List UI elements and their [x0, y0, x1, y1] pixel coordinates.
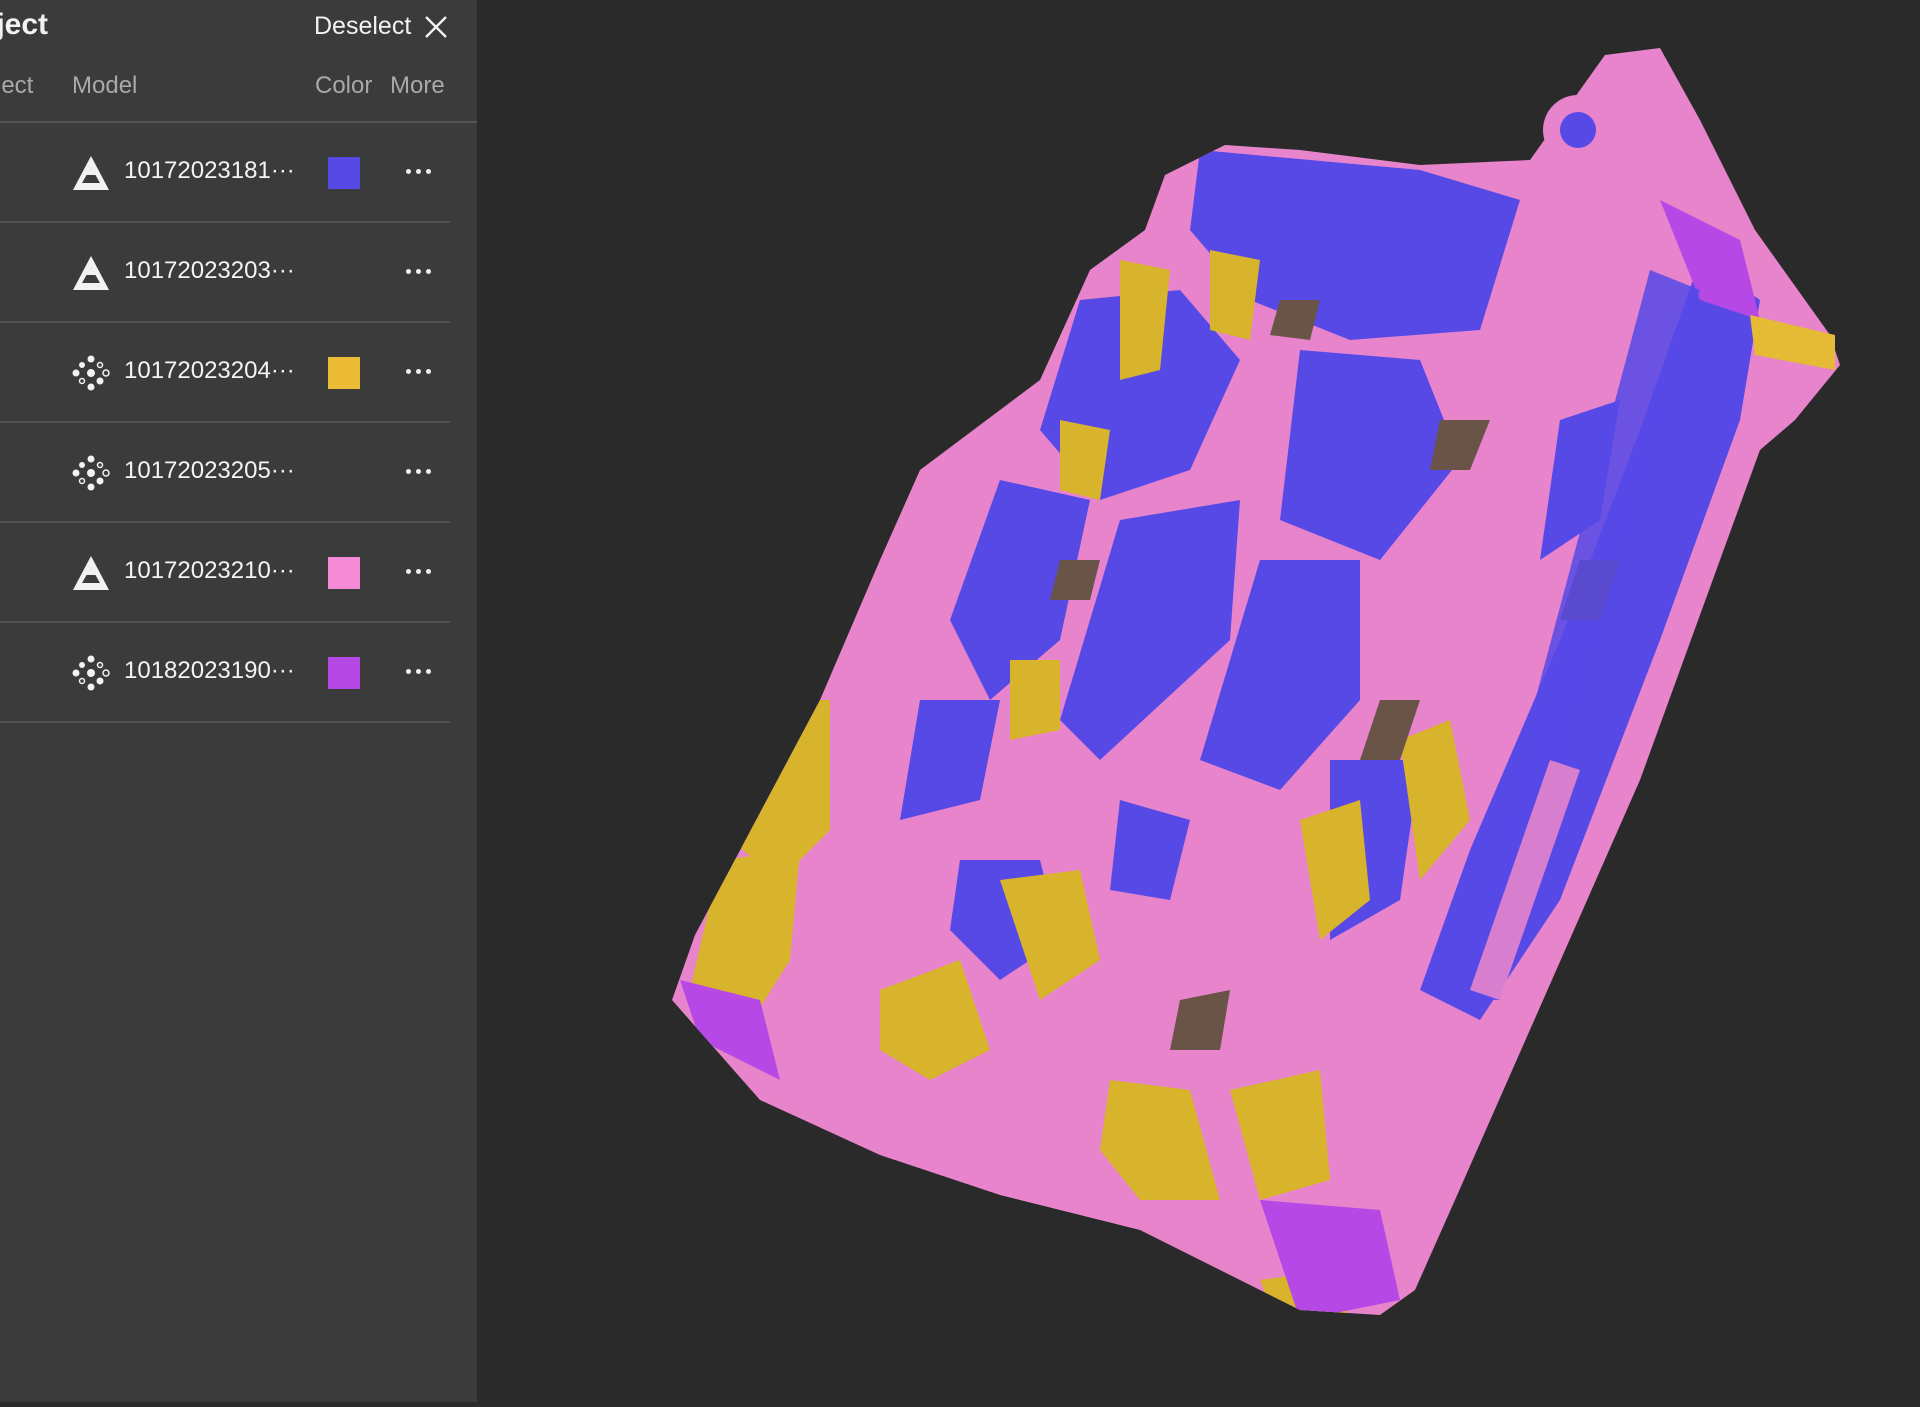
mesh-icon [72, 555, 110, 591]
models-panel: oject Deselect lect Model Color More 101… [0, 0, 477, 1402]
color-swatch[interactable] [328, 557, 360, 589]
panel-title: oject [0, 8, 49, 41]
model-row[interactable]: 10172023204··· [0, 323, 450, 423]
model-row[interactable]: 10172023210··· [0, 523, 450, 623]
mesh-icon [72, 255, 110, 291]
mesh-icon [72, 155, 110, 191]
model-name: 10172023203··· [124, 257, 295, 284]
model-name: 10172023205··· [124, 457, 295, 484]
deselect-button[interactable]: Deselect [314, 12, 449, 41]
more-options-button[interactable] [400, 553, 436, 589]
color-swatch[interactable] [328, 657, 360, 689]
more-options-button[interactable] [400, 253, 436, 289]
column-header-color: Color [315, 72, 373, 99]
point-cloud-icon [72, 455, 110, 491]
model-name: 10182023190··· [124, 657, 295, 684]
point-cloud-icon [72, 355, 110, 391]
more-options-button[interactable] [400, 453, 436, 489]
3d-viewport[interactable] [477, 0, 1920, 1402]
close-icon [425, 15, 448, 38]
model-row[interactable]: 10182023190··· [0, 623, 450, 723]
column-header-select: lect [0, 72, 34, 99]
model-row[interactable]: 10172023203··· [0, 223, 450, 323]
model-row[interactable]: 10172023181··· [0, 123, 450, 223]
model-list: 10172023181··· 10172023203··· 10172023204·… [0, 123, 450, 723]
column-header-model: Model [72, 72, 138, 99]
more-options-button[interactable] [400, 353, 436, 389]
model-name: 10172023181··· [124, 157, 295, 184]
color-swatch[interactable] [328, 157, 360, 189]
point-cloud-icon [72, 655, 110, 691]
deselect-label: Deselect [314, 12, 412, 40]
model-row[interactable]: 10172023205··· [0, 423, 450, 523]
model-name: 10172023204··· [124, 357, 295, 384]
more-options-button[interactable] [400, 153, 436, 189]
more-options-button[interactable] [400, 653, 436, 689]
color-swatch[interactable] [328, 357, 360, 389]
scanned-model-render[interactable] [477, 0, 1920, 1402]
model-name: 10172023210··· [124, 557, 295, 584]
column-header-more: More [390, 72, 445, 99]
